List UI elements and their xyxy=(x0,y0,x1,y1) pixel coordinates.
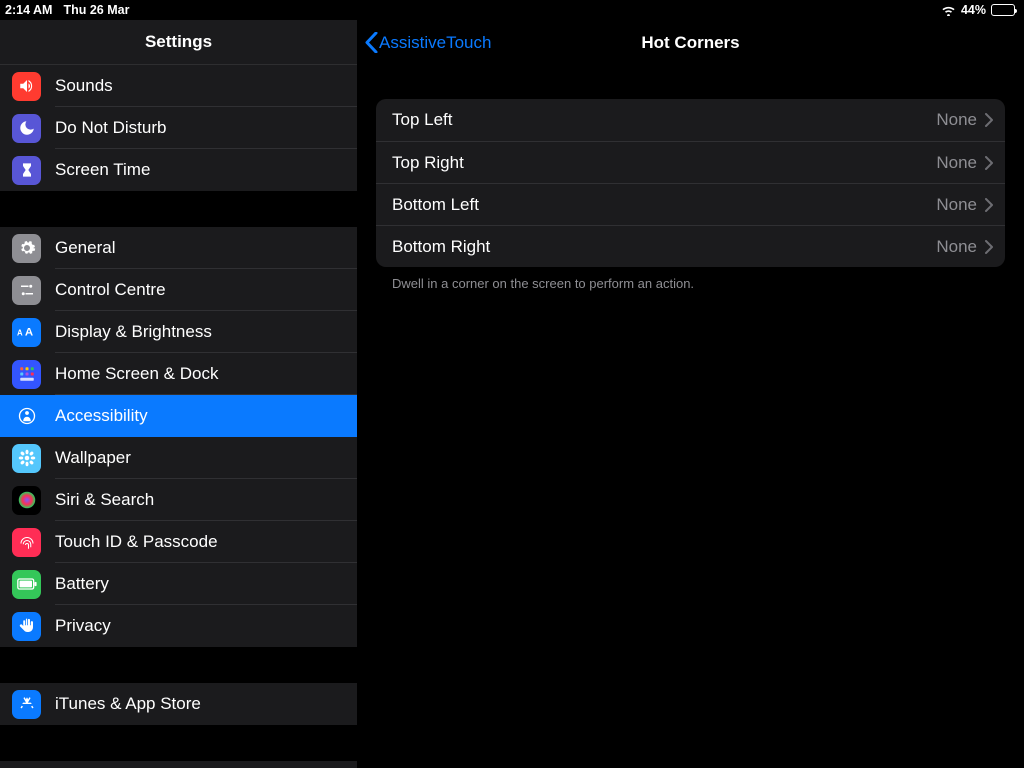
back-button[interactable]: AssistiveTouch xyxy=(365,20,491,65)
gear-icon xyxy=(12,234,41,263)
back-label: AssistiveTouch xyxy=(379,33,491,53)
sidebar-item-touch-id-passcode[interactable]: Touch ID & Passcode xyxy=(0,521,357,563)
battery-percent: 44% xyxy=(961,3,986,17)
sidebar-item-wallpaper[interactable]: Wallpaper xyxy=(0,437,357,479)
chevron-right-icon xyxy=(985,156,993,170)
sidebar-item-sounds[interactable]: Sounds xyxy=(0,65,357,107)
aa-icon: AA xyxy=(12,318,41,347)
hot-corner-top-right[interactable]: Top RightNone xyxy=(376,141,1005,183)
sidebar-item-privacy[interactable]: Privacy xyxy=(0,605,357,647)
sidebar-item-passwords-accounts[interactable]: Passwords & Accounts xyxy=(0,761,357,768)
sidebar-item-display-brightness[interactable]: AA Display & Brightness xyxy=(0,311,357,353)
chevron-left-icon xyxy=(365,32,378,53)
flower-icon xyxy=(12,444,41,473)
sidebar-item-label: Wallpaper xyxy=(55,448,131,468)
sidebar-item-siri-search[interactable]: Siri & Search xyxy=(0,479,357,521)
sidebar-title: Settings xyxy=(0,20,357,65)
row-label: Top Left xyxy=(392,110,936,130)
row-value: None xyxy=(936,153,977,173)
sidebar-item-label: Touch ID & Passcode xyxy=(55,532,218,552)
status-time: 2:14 AM xyxy=(5,3,52,17)
hot-corner-bottom-left[interactable]: Bottom LeftNone xyxy=(376,183,1005,225)
sidebar-item-battery[interactable]: Battery xyxy=(0,563,357,605)
sidebar-item-label: General xyxy=(55,238,115,258)
svg-text:A: A xyxy=(17,329,23,338)
chevron-right-icon xyxy=(985,198,993,212)
footer-note: Dwell in a corner on the screen to perfo… xyxy=(376,267,1005,291)
sounds-icon xyxy=(12,72,41,101)
wifi-icon xyxy=(941,5,956,16)
sidebar-item-label: Sounds xyxy=(55,76,113,96)
battery-icon xyxy=(991,4,1015,16)
row-label: Top Right xyxy=(392,153,936,173)
hot-corners-list: Top LeftNoneTop RightNoneBottom LeftNone… xyxy=(376,99,1005,267)
svg-text:A: A xyxy=(24,327,32,339)
status-bar: 2:14 AM Thu 26 Mar 44% xyxy=(0,0,1024,20)
sidebar-item-control-centre[interactable]: Control Centre xyxy=(0,269,357,311)
grid-icon xyxy=(12,360,41,389)
sidebar-item-label: iTunes & App Store xyxy=(55,694,201,714)
settings-sidebar: Settings Sounds Do Not Disturb Screen Time… xyxy=(0,20,357,768)
hand-icon xyxy=(12,612,41,641)
finger-icon xyxy=(12,528,41,557)
sidebar-item-accessibility[interactable]: Accessibility xyxy=(0,395,357,437)
sidebar-item-screen-time[interactable]: Screen Time xyxy=(0,149,357,191)
appstore-icon xyxy=(12,690,41,719)
hot-corner-top-left[interactable]: Top LeftNone xyxy=(376,99,1005,141)
moon-icon xyxy=(12,114,41,143)
sidebar-item-home-screen-dock[interactable]: Home Screen & Dock xyxy=(0,353,357,395)
page-title: Hot Corners xyxy=(641,33,739,53)
row-value: None xyxy=(936,195,977,215)
row-label: Bottom Right xyxy=(392,237,936,257)
hot-corner-bottom-right[interactable]: Bottom RightNone xyxy=(376,225,1005,267)
detail-pane: AssistiveTouch Hot Corners Top LeftNoneT… xyxy=(357,20,1024,768)
chevron-right-icon xyxy=(985,240,993,254)
row-label: Bottom Left xyxy=(392,195,936,215)
sidebar-item-label: Accessibility xyxy=(55,406,148,426)
sidebar-item-label: Screen Time xyxy=(55,160,150,180)
sidebar-item-label: Siri & Search xyxy=(55,490,154,510)
sidebar-item-label: Do Not Disturb xyxy=(55,118,166,138)
sidebar-item-label: Home Screen & Dock xyxy=(55,364,218,384)
sidebar-item-label: Control Centre xyxy=(55,280,166,300)
sidebar-item-general[interactable]: General xyxy=(0,227,357,269)
row-value: None xyxy=(936,110,977,130)
sidebar-item-do-not-disturb[interactable]: Do Not Disturb xyxy=(0,107,357,149)
sidebar-item-label: Display & Brightness xyxy=(55,322,212,342)
row-value: None xyxy=(936,237,977,257)
sidebar-item-label: Battery xyxy=(55,574,109,594)
sidebar-item-itunes-app-store[interactable]: iTunes & App Store xyxy=(0,683,357,725)
hourglass-icon xyxy=(12,156,41,185)
person-icon xyxy=(12,402,41,431)
battery-icon xyxy=(12,570,41,599)
siri-icon xyxy=(12,486,41,515)
switches-icon xyxy=(12,276,41,305)
chevron-right-icon xyxy=(985,113,993,127)
sidebar-item-label: Privacy xyxy=(55,616,111,636)
status-date: Thu 26 Mar xyxy=(63,3,129,17)
